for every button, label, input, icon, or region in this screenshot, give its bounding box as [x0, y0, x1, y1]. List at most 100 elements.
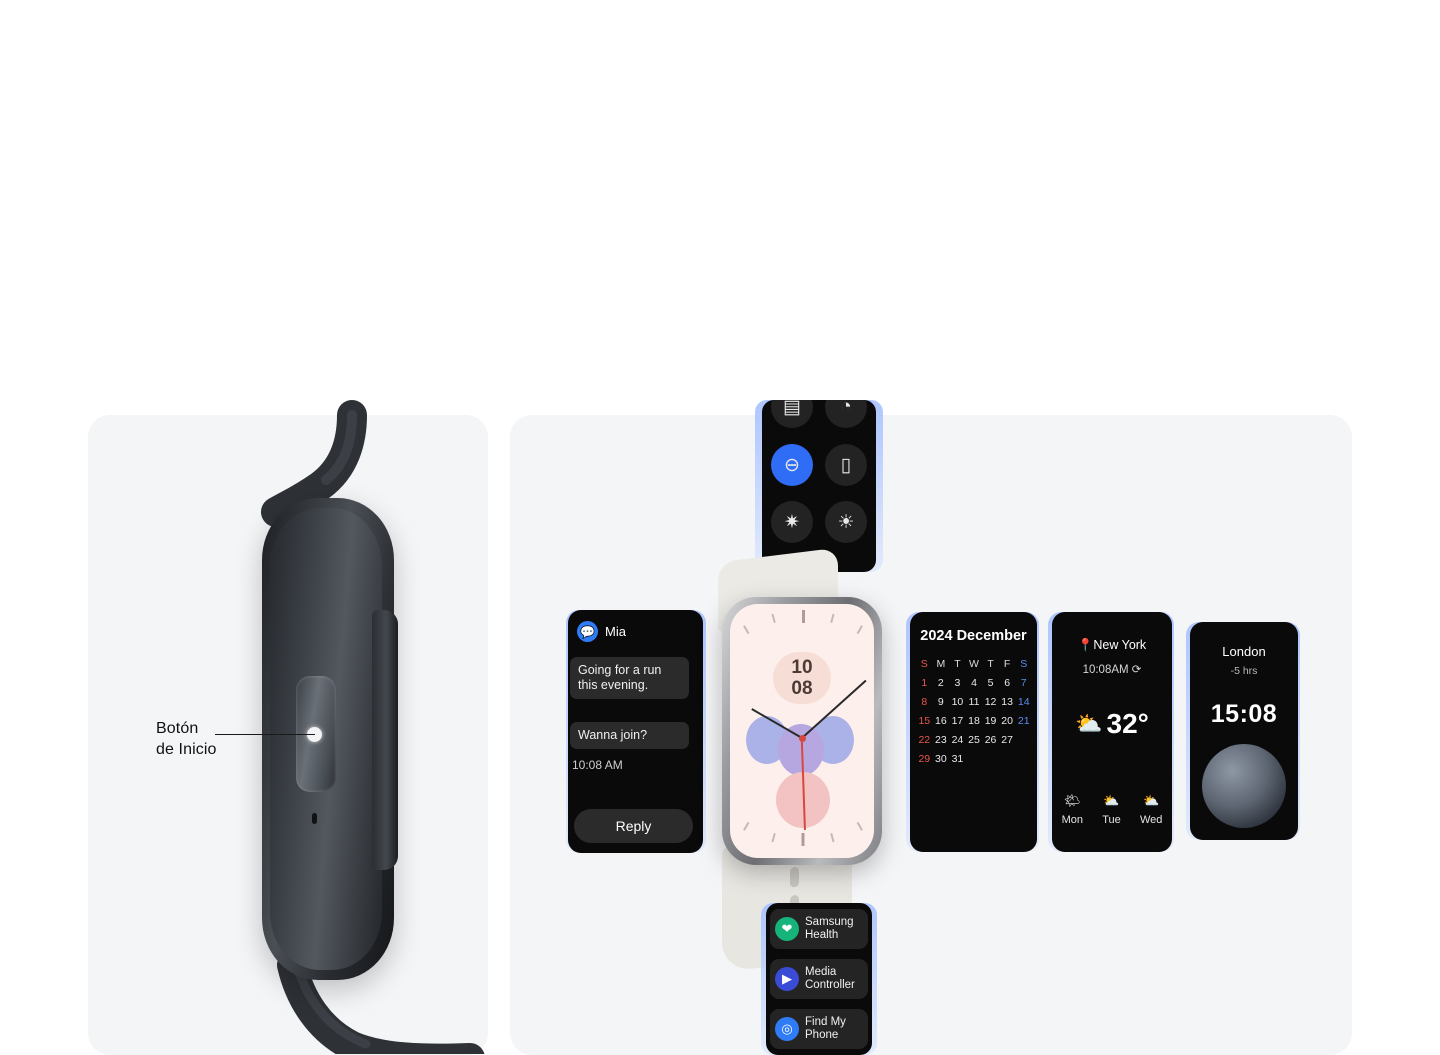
calendar-day[interactable]: 4 — [966, 677, 983, 689]
calendar-card[interactable]: 2024 December S M T W T F S 1 2 3 4 5 6 7 8 9 10 11 12 13 14… — [910, 612, 1037, 852]
calendar-day[interactable]: 5 — [982, 677, 999, 689]
calendar-weekday-header: S — [1020, 658, 1028, 670]
calendar-day[interactable]: 14 — [1015, 696, 1032, 708]
partly-cloudy-icon: ⛅ — [1143, 793, 1160, 808]
calendar-day[interactable]: 2 — [933, 677, 950, 689]
apps-card[interactable]: ❤ Samsung Health ▶ Media Controller ◎ Find My… — [766, 903, 872, 1055]
calendar-day[interactable]: 31 — [949, 753, 966, 765]
partly-cloudy-icon: ⛅ — [1103, 793, 1120, 808]
calendar-day[interactable]: 9 — [933, 696, 950, 708]
app-list-item-label: Samsung Health — [805, 916, 854, 941]
watchface-hour: 10 — [791, 657, 813, 678]
watchface-hand-cap — [798, 735, 806, 742]
world-clock-card[interactable]: London -5 hrs 15:08 — [1190, 622, 1298, 840]
media-controller-icon: ▶ — [775, 967, 799, 991]
brightness-icon[interactable]: ☀ — [825, 501, 867, 543]
calendar-empty-cell — [966, 753, 983, 765]
message-bubble-icon: 💬 — [577, 621, 598, 642]
weather-forecast-day-label: Wed — [1139, 814, 1163, 826]
calendar-day[interactable]: 26 — [982, 734, 999, 746]
watch-only-icon[interactable]: ▯ — [825, 444, 867, 486]
calendar-day[interactable]: 25 — [966, 734, 983, 746]
calendar-day[interactable]: 21 — [1015, 715, 1032, 727]
calendar-weekday-header: T — [954, 658, 961, 670]
weather-forecast-day-label: Mon — [1061, 814, 1083, 826]
calendar-day[interactable]: 29 — [916, 753, 933, 765]
do-not-disturb-icon[interactable]: ⊖ — [771, 444, 813, 486]
notification-icon[interactable]: ▤ — [771, 400, 813, 428]
calendar-day[interactable]: 8 — [916, 696, 933, 708]
weather-forecast-day: 🌤 Mon — [1062, 793, 1083, 826]
moon-icon — [1202, 744, 1286, 828]
calendar-day[interactable]: 18 — [966, 715, 983, 727]
quick-settings-grid: ▤ ◔ ⊖ ▯ ✷ ☀ — [762, 400, 876, 572]
watchface-digital-time: 10 08 — [773, 652, 831, 704]
calendar-day[interactable]: 16 — [933, 715, 950, 727]
calendar-day[interactable]: 23 — [933, 734, 950, 746]
microphone-hole — [312, 813, 317, 824]
weather-card[interactable]: 📍New York 10:08AM ⟳ ⛅ 32° 🌤 Mon ⛅ Tue ⛅ Wed — [1052, 612, 1172, 852]
notification-message: Wanna join? — [570, 722, 689, 749]
weather-forecast-day: ⛅ Tue — [1102, 793, 1121, 826]
calendar-day[interactable]: 17 — [949, 715, 966, 727]
notification-header: 💬 Mia — [577, 621, 626, 642]
calendar-empty-cell — [1015, 753, 1032, 765]
calendar-day[interactable]: 27 — [999, 734, 1016, 746]
partly-cloudy-icon: ⛅ — [1075, 711, 1103, 736]
calendar-day[interactable]: 10 — [949, 696, 966, 708]
calendar-weekday-header: W — [969, 658, 979, 670]
sunny-icon: 🌤 — [1064, 793, 1081, 808]
settings-gear-icon[interactable]: ✷ — [771, 501, 813, 543]
weather-forecast-day: ⛅ Wed — [1140, 793, 1162, 826]
callout-leader-line — [215, 734, 315, 735]
calendar-weekday-header: M — [936, 658, 946, 670]
calendar-weekday-header: T — [987, 658, 994, 670]
calendar-day[interactable]: 11 — [966, 696, 983, 708]
watch-right-edge — [372, 610, 398, 870]
samsung-health-icon: ❤ — [775, 917, 799, 941]
calendar-day[interactable]: 15 — [916, 715, 933, 727]
notification-timestamp: 10:08 AM — [572, 758, 623, 772]
weather-forecast: 🌤 Mon ⛅ Tue ⛅ Wed — [1052, 793, 1172, 826]
calendar-day[interactable]: 13 — [999, 696, 1016, 708]
app-list-item-label: Find My Phone — [805, 1016, 846, 1041]
weather-forecast-day-label: Tue — [1102, 814, 1121, 826]
weather-city-label: New York — [1093, 638, 1147, 652]
find-my-phone-icon: ◎ — [775, 1017, 799, 1041]
calendar-weekday-header: F — [1003, 658, 1011, 670]
calendar-day[interactable]: 28 — [1015, 732, 1032, 748]
location-pin-icon: 📍 — [1077, 638, 1094, 652]
weather-time: 10:08AM ⟳ — [1052, 662, 1172, 676]
calendar-empty-cell — [982, 753, 999, 765]
calendar-day[interactable]: 19 — [982, 715, 999, 727]
weather-current: ⛅ 32° — [1052, 708, 1172, 740]
reply-button[interactable]: Reply — [574, 809, 693, 843]
quick-settings-card[interactable]: ▤ ◔ ⊖ ▯ ✷ ☀ — [762, 400, 876, 572]
refresh-icon[interactable]: ⟳ — [1132, 664, 1142, 676]
app-list-item[interactable]: ▶ Media Controller — [770, 959, 868, 999]
watch-case: 10 08 — [722, 597, 882, 865]
notification-card[interactable]: 💬 Mia Going for a run this evening. Wann… — [568, 610, 703, 853]
calendar-day[interactable]: 24 — [949, 734, 966, 746]
calendar-weekday-header: S — [920, 658, 928, 670]
calendar-day[interactable]: 6 — [999, 677, 1016, 689]
world-clock-offset: -5 hrs — [1230, 665, 1258, 677]
calendar-day[interactable]: 12 — [982, 696, 999, 708]
calendar-day[interactable]: 22 — [916, 734, 933, 746]
notification-sender: Mia — [605, 624, 626, 639]
calendar-day[interactable]: 7 — [1015, 677, 1032, 689]
calendar-day[interactable]: 3 — [949, 677, 966, 689]
calendar-title: 2024 December — [920, 628, 1027, 644]
calendar-day[interactable]: 1 — [916, 677, 933, 689]
watch-front-view: 10 08 — [700, 547, 920, 972]
calendar-day[interactable]: 20 — [999, 715, 1016, 727]
timer-icon[interactable]: ◔ — [825, 400, 867, 428]
calendar-day[interactable]: 30 — [933, 753, 950, 765]
weather-city: 📍New York — [1052, 638, 1172, 653]
calendar-empty-cell — [999, 753, 1016, 765]
app-list-item[interactable]: ❤ Samsung Health — [770, 909, 868, 949]
watch-screen[interactable]: 10 08 — [730, 604, 874, 858]
weather-time-label: 10:08AM — [1082, 664, 1129, 676]
calendar-grid: S M T W T F S 1 2 3 4 5 6 7 8 9 10 11 12 13 14 15 16 17 18 19 20 21… — [916, 658, 1032, 765]
app-list-item[interactable]: ◎ Find My Phone — [770, 1009, 868, 1049]
